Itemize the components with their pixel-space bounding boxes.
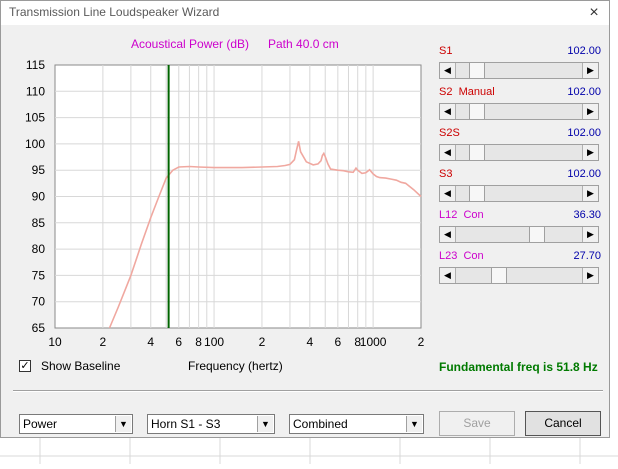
x-tick-label: 4	[306, 335, 313, 349]
slider-scrollbar[interactable]: ◀ ▶	[439, 144, 599, 161]
slider-4: L12 Con 36.30 ◀ ▶	[439, 209, 601, 245]
y-tick-label: 115	[26, 58, 45, 72]
slider-5: L23 Con 27.70 ◀ ▶	[439, 250, 601, 286]
slider-value: 36.30	[573, 209, 601, 221]
chevron-left-icon[interactable]: ◀	[440, 63, 456, 78]
slider-scrollbar[interactable]: ◀ ▶	[439, 226, 599, 243]
y-tick-label: 65	[32, 321, 46, 335]
mode-dropdown-value: Power	[23, 417, 58, 431]
slider-value: 102.00	[567, 86, 601, 98]
show-baseline-checkbox[interactable]: ✓	[19, 360, 31, 372]
x-tick-label: 4	[147, 335, 154, 349]
slider-thumb[interactable]	[528, 227, 545, 242]
slider-scrollbar[interactable]: ◀ ▶	[439, 185, 599, 202]
y-tick-label: 90	[32, 190, 46, 204]
x-tick-label: 6	[334, 335, 341, 349]
acoustical-power-chart: Acoustical Power (dB) Path 40.0 cm 115 110 1…	[25, 37, 425, 349]
y-tick-label: 100	[25, 137, 45, 151]
chevron-down-icon[interactable]: ▼	[257, 416, 273, 432]
separator-line	[13, 390, 603, 392]
chevron-left-icon[interactable]: ◀	[440, 268, 456, 283]
chevron-right-icon[interactable]: ▶	[582, 268, 598, 283]
title-bar[interactable]: Transmission Line Loudspeaker Wizard ×	[1, 1, 609, 25]
close-icon[interactable]: ×	[583, 3, 605, 23]
x-tick-label: 2	[259, 335, 266, 349]
y-tick-label: 75	[32, 268, 46, 282]
x-tick-label: 1000	[360, 335, 387, 349]
slider-thumb[interactable]	[469, 104, 486, 119]
mode-dropdown[interactable]: Power ▼	[19, 414, 133, 434]
slider-label: S1	[439, 45, 453, 57]
y-tick-label: 105	[25, 111, 45, 125]
y-tick-label: 95	[32, 163, 46, 177]
slider-label: S3	[439, 168, 453, 180]
x-tick-label: 10	[48, 335, 62, 349]
chevron-right-icon[interactable]: ▶	[582, 63, 598, 78]
window-title: Transmission Line Loudspeaker Wizard	[9, 5, 220, 19]
slider-label: S2 Manual	[439, 86, 495, 98]
slider-3: S3 102.00 ◀ ▶	[439, 168, 601, 204]
x-tick-label: 2	[418, 335, 425, 349]
chevron-right-icon[interactable]: ▶	[582, 104, 598, 119]
chart-title: Acoustical Power (dB)	[131, 37, 249, 51]
fundamental-frequency-text: Fundamental freq is 51.8 Hz	[439, 360, 598, 374]
slider-thumb[interactable]	[469, 63, 486, 78]
show-baseline-label[interactable]: Show Baseline	[41, 359, 120, 373]
slider-value: 102.00	[567, 127, 601, 139]
slider-label: S2S	[439, 127, 460, 139]
cancel-button[interactable]: Cancel	[525, 411, 601, 436]
slider-scrollbar[interactable]: ◀ ▶	[439, 62, 599, 79]
slider-value: 27.70	[573, 250, 601, 262]
save-button[interactable]: Save	[439, 411, 515, 436]
slider-scrollbar[interactable]: ◀ ▶	[439, 267, 599, 284]
slider-thumb[interactable]	[469, 145, 486, 160]
chevron-right-icon[interactable]: ▶	[582, 186, 598, 201]
slider-value: 102.00	[567, 168, 601, 180]
chevron-down-icon[interactable]: ▼	[115, 416, 131, 432]
wizard-window: Transmission Line Loudspeaker Wizard × A…	[0, 0, 610, 438]
slider-1: S2 Manual 102.00 ◀ ▶	[439, 86, 601, 122]
slider-label: L12 Con	[439, 209, 484, 221]
slider-thumb[interactable]	[491, 268, 508, 283]
slider-value: 102.00	[567, 45, 601, 57]
range-dropdown-value: Horn S1 - S3	[151, 417, 221, 431]
chevron-left-icon[interactable]: ◀	[440, 186, 456, 201]
chevron-right-icon[interactable]: ▶	[582, 227, 598, 242]
chevron-left-icon[interactable]: ◀	[440, 145, 456, 160]
y-tick-label: 80	[32, 242, 46, 256]
chart-subtitle: Path 40.0 cm	[268, 37, 339, 51]
slider-thumb[interactable]	[469, 186, 486, 201]
slider-scrollbar[interactable]: ◀ ▶	[439, 103, 599, 120]
output-dropdown[interactable]: Combined ▼	[289, 414, 424, 434]
x-axis-label: Frequency (hertz)	[188, 359, 283, 373]
y-tick-label: 70	[32, 295, 46, 309]
slider-0: S1 102.00 ◀ ▶	[439, 45, 601, 81]
x-tick-label: 2	[100, 335, 107, 349]
chevron-left-icon[interactable]: ◀	[440, 104, 456, 119]
output-dropdown-value: Combined	[293, 417, 348, 431]
chevron-down-icon[interactable]: ▼	[406, 416, 422, 432]
range-dropdown[interactable]: Horn S1 - S3 ▼	[147, 414, 275, 434]
slider-2: S2S 102.00 ◀ ▶	[439, 127, 601, 163]
x-tick-label: 100	[204, 335, 224, 349]
chevron-left-icon[interactable]: ◀	[440, 227, 456, 242]
y-tick-label: 85	[32, 216, 46, 230]
x-tick-label: 8	[195, 335, 202, 349]
slider-label: L23 Con	[439, 250, 484, 262]
y-tick-label: 110	[26, 84, 45, 98]
chevron-right-icon[interactable]: ▶	[582, 145, 598, 160]
x-tick-label: 6	[175, 335, 182, 349]
background-spreadsheet	[0, 438, 618, 464]
